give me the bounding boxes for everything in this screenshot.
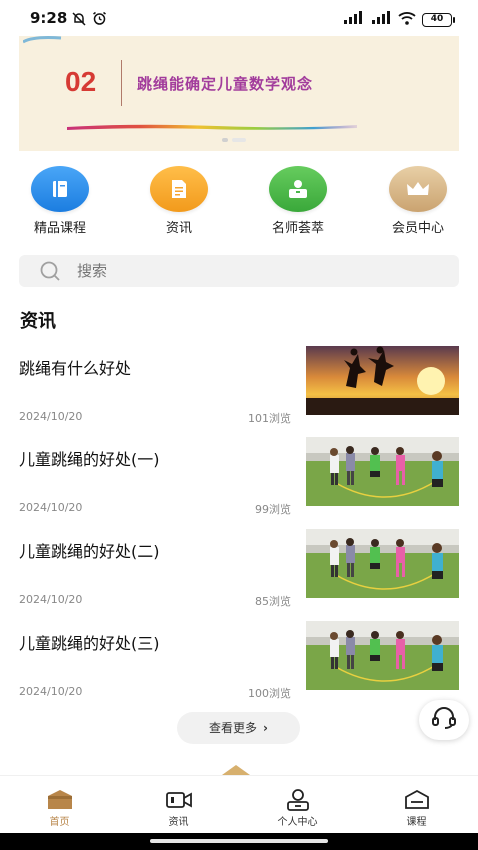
chevron-right-icon: ›	[263, 721, 268, 735]
news-views: 85浏览	[255, 595, 291, 608]
news-item[interactable]: 儿童跳绳的好处(一) 2024/10/20 99浏览	[19, 437, 459, 516]
teacher-icon	[269, 166, 327, 212]
quick-link-label: 精品课程	[33, 221, 86, 236]
mute-bell-icon	[72, 11, 86, 30]
news-views: 99浏览	[255, 503, 291, 516]
news-title: 儿童跳绳的好处(三)	[19, 634, 160, 653]
tab-bar: 首页 资讯 个人中心 课程	[0, 775, 478, 833]
news-thumbnail	[306, 529, 459, 598]
news-thumbnail	[306, 437, 459, 506]
news-date: 2024/10/20	[19, 685, 83, 698]
search-icon	[39, 261, 61, 285]
scroll-top-indicator[interactable]	[222, 765, 250, 775]
search-input[interactable]	[77, 255, 437, 287]
video-icon	[165, 788, 193, 812]
banner-brush-stroke	[23, 36, 62, 44]
banner-pagination	[222, 138, 246, 142]
signal-icon	[342, 10, 364, 29]
kids-jumprope-photo	[306, 437, 459, 506]
search-bar[interactable]	[19, 255, 459, 287]
quick-links: 精品课程 资讯 名师荟萃 会员中心	[0, 166, 478, 236]
news-date: 2024/10/20	[19, 410, 83, 423]
news-title: 跳绳有什么好处	[19, 359, 132, 378]
quick-link-label: 名师荟萃	[271, 221, 324, 236]
news-title: 儿童跳绳的好处(二)	[19, 542, 160, 561]
person-icon	[284, 788, 312, 812]
signal-icon-2	[370, 10, 392, 29]
sunset-jump-photo	[306, 346, 459, 415]
news-item[interactable]: 跳绳有什么好处 2024/10/20 101浏览	[19, 346, 459, 425]
view-more-button[interactable]: 查看更多 ›	[177, 712, 300, 744]
battery-icon: 40	[422, 12, 455, 27]
crown-icon	[389, 166, 447, 212]
wifi-icon	[398, 10, 416, 29]
news-title: 儿童跳绳的好处(一)	[19, 450, 160, 469]
customer-service-button[interactable]	[419, 700, 469, 740]
kids-jumprope-photo	[306, 529, 459, 598]
banner-divider	[121, 60, 122, 106]
quick-link-courses[interactable]: 精品课程	[10, 166, 110, 236]
home-indicator[interactable]	[150, 839, 328, 843]
news-date: 2024/10/20	[19, 501, 83, 514]
news-thumbnail	[306, 346, 459, 415]
book-icon	[31, 166, 89, 212]
tab-label: 资讯	[168, 817, 189, 828]
tab-label: 课程	[406, 817, 427, 828]
kids-jumprope-photo	[306, 621, 459, 690]
tab-profile[interactable]: 个人中心	[238, 776, 357, 834]
news-views: 100浏览	[248, 687, 291, 700]
course-icon	[403, 788, 431, 812]
tab-news[interactable]: 资讯	[119, 776, 238, 834]
quick-link-teachers[interactable]: 名师荟萃	[248, 166, 348, 236]
tab-label: 首页	[49, 817, 70, 828]
news-date: 2024/10/20	[19, 593, 83, 606]
quick-link-membership[interactable]: 会员中心	[368, 166, 468, 236]
quick-link-news[interactable]: 资讯	[129, 166, 229, 236]
tab-home[interactable]: 首页	[0, 776, 119, 834]
status-bar: 9:28 40	[0, 0, 478, 36]
alarm-icon	[92, 11, 107, 30]
banner[interactable]: 02 跳绳能确定儿童数学观念	[19, 36, 459, 151]
view-more-label: 查看更多	[209, 721, 258, 735]
news-thumbnail	[306, 621, 459, 690]
banner-number: 02	[65, 66, 97, 97]
tab-label: 个人中心	[277, 817, 318, 828]
home-icon	[46, 788, 74, 812]
tab-courses[interactable]: 课程	[357, 776, 476, 834]
document-icon	[150, 166, 208, 212]
news-item[interactable]: 儿童跳绳的好处(二) 2024/10/20 85浏览	[19, 529, 459, 608]
status-right: 40	[342, 10, 455, 29]
quick-link-label: 资讯	[165, 221, 192, 236]
news-views: 101浏览	[248, 412, 291, 425]
status-time: 9:28	[30, 9, 68, 27]
news-item[interactable]: 儿童跳绳的好处(三) 2024/10/20 100浏览	[19, 621, 459, 700]
quick-link-label: 会员中心	[391, 221, 444, 236]
headset-icon	[431, 706, 457, 734]
rainbow-brush-stroke	[67, 124, 357, 130]
banner-title: 跳绳能确定儿童数学观念	[137, 75, 314, 93]
section-title: 资讯	[20, 311, 56, 332]
